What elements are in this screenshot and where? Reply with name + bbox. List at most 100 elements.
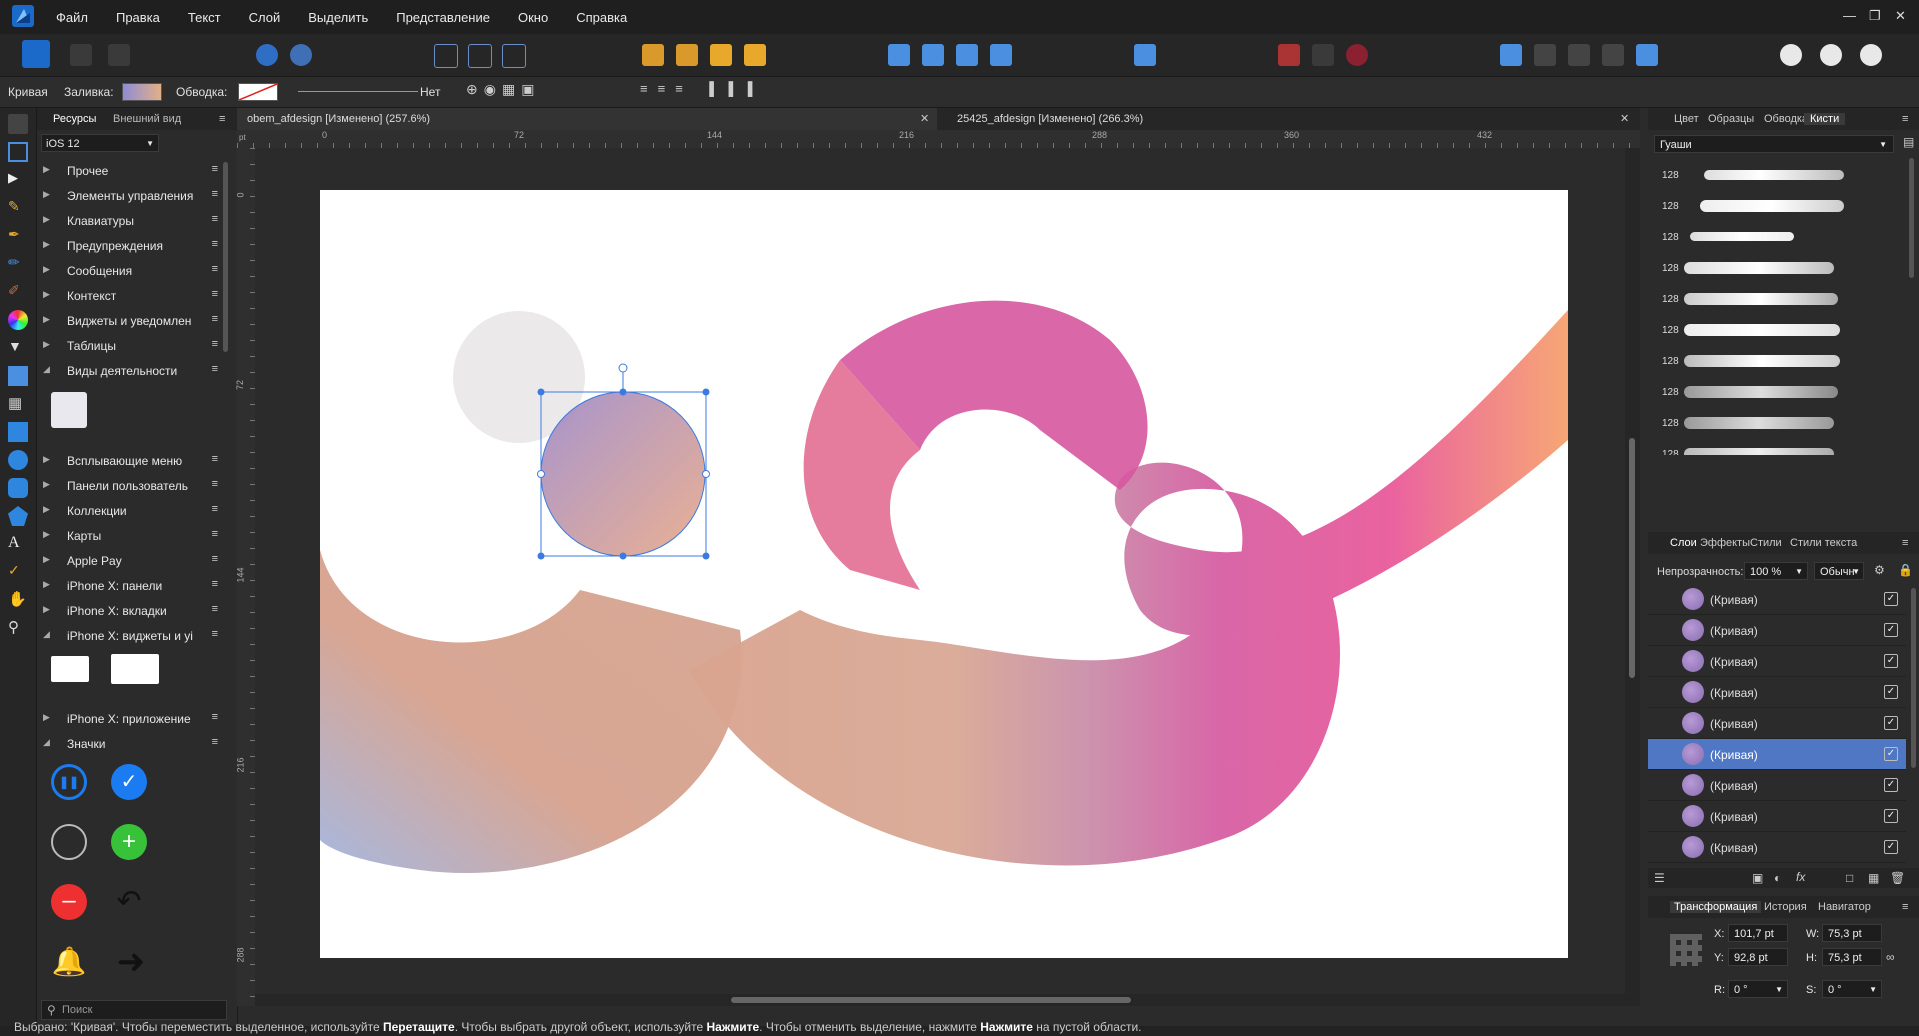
- tab-effects[interactable]: Эффекты: [1700, 537, 1750, 549]
- layer-row[interactable]: (Кривая) ✓: [1648, 584, 1906, 615]
- group-menu-icon[interactable]: ≡: [212, 338, 218, 350]
- layer-visibility-checkbox[interactable]: ✓: [1884, 840, 1898, 854]
- layer-row[interactable]: (Кривая) ✓: [1648, 646, 1906, 677]
- asset-group-row[interactable]: ▶ Коллекции ≡: [37, 498, 222, 522]
- tab-appearance[interactable]: Внешний вид: [113, 113, 181, 125]
- grid-icon[interactable]: [1278, 44, 1300, 66]
- group-menu-icon[interactable]: ≡: [212, 453, 218, 465]
- layer-row[interactable]: (Кривая) ✓: [1648, 832, 1906, 863]
- view-mode-2-icon[interactable]: [1820, 44, 1842, 66]
- layer-visibility-checkbox[interactable]: ✓: [1884, 685, 1898, 699]
- layer-visibility-checkbox[interactable]: ✓: [1884, 716, 1898, 730]
- opacity-select[interactable]: 100 % ▼: [1744, 562, 1808, 580]
- blend-mode-select[interactable]: Обычн ▼: [1814, 562, 1864, 580]
- group-menu-icon[interactable]: ≡: [212, 603, 218, 615]
- shear-field[interactable]: 0 ° ▼: [1822, 980, 1882, 998]
- menu-text[interactable]: Текст: [188, 10, 221, 25]
- asset-thumbnail[interactable]: [51, 656, 89, 682]
- move-tool-icon[interactable]: [8, 114, 28, 134]
- resize-handle[interactable]: [702, 552, 710, 560]
- tab-color[interactable]: Цвет: [1674, 113, 1699, 125]
- x-field[interactable]: 101,7 pt: [1728, 924, 1788, 942]
- brush-tool-icon[interactable]: ✐: [8, 282, 28, 302]
- add-icon[interactable]: +: [111, 824, 147, 860]
- move-front-icon[interactable]: [744, 44, 766, 66]
- group-menu-icon[interactable]: ≡: [212, 213, 218, 225]
- group-menu-icon[interactable]: ≡: [212, 528, 218, 540]
- tube-left-shape[interactable]: [320, 550, 742, 873]
- rotate-right-icon[interactable]: [990, 44, 1012, 66]
- checkmark-icon[interactable]: ✓: [111, 764, 147, 800]
- rotation-field[interactable]: 0 ° ▼: [1728, 980, 1788, 998]
- panel-menu-icon[interactable]: ≡: [1902, 901, 1908, 913]
- fill-swatch[interactable]: [122, 83, 162, 101]
- layers-scrollbar[interactable]: [1911, 588, 1916, 768]
- group-menu-icon[interactable]: ≡: [212, 478, 218, 490]
- empty-circle-icon[interactable]: [51, 824, 87, 860]
- h-field[interactable]: 75,3 pt: [1822, 948, 1882, 966]
- asset-group-row[interactable]: ▶ iPhone X: вкладки ≡: [37, 598, 222, 622]
- menu-view[interactable]: Представление: [396, 10, 490, 25]
- close-tab-icon[interactable]: ✕: [1620, 112, 1629, 125]
- asset-group-row[interactable]: ▶ Сообщения ≡: [37, 258, 222, 282]
- pen-tool-icon[interactable]: ✒: [8, 226, 28, 246]
- menu-edit[interactable]: Правка: [116, 10, 160, 25]
- tab-transform[interactable]: Трансформация: [1670, 901, 1762, 913]
- snapping-options-icon[interactable]: [1312, 44, 1334, 66]
- insert-behind-icon[interactable]: [468, 44, 492, 68]
- pause-icon[interactable]: ❚❚: [51, 764, 87, 800]
- resize-handle[interactable]: [537, 470, 545, 478]
- trash-icon[interactable]: 🗑: [1890, 871, 1905, 885]
- asset-group-row[interactable]: ▶ Панели пользователь ≡: [37, 473, 222, 497]
- pencil-tool-icon[interactable]: ✏: [8, 254, 28, 274]
- asset-group-row[interactable]: ▶ iPhone X: панели ≡: [37, 573, 222, 597]
- rectangle-tool-icon[interactable]: [8, 422, 28, 442]
- asset-search[interactable]: ⚲ Поиск: [41, 1000, 227, 1020]
- insert-inside-icon[interactable]: [434, 44, 458, 68]
- menu-file[interactable]: Файл: [56, 10, 88, 25]
- asset-group-row[interactable]: ▶ Контекст ≡: [37, 283, 222, 307]
- panel-menu-icon[interactable]: ≡: [1902, 113, 1908, 125]
- group-menu-icon[interactable]: ≡: [212, 238, 218, 250]
- align-icon[interactable]: [1134, 44, 1156, 66]
- list-view-icon[interactable]: ▤: [1903, 135, 1914, 149]
- rounded-rect-tool-icon[interactable]: [8, 478, 28, 498]
- transparency-tool-icon[interactable]: ▼: [8, 338, 28, 358]
- polygon-tool-icon[interactable]: [8, 506, 28, 526]
- pixel-persona-icon[interactable]: [70, 44, 92, 66]
- tab-assets[interactable]: Ресурсы: [53, 113, 96, 125]
- boolean-divide-icon[interactable]: [1636, 44, 1658, 66]
- asset-group-row[interactable]: ▶ Элементы управления ≡: [37, 183, 222, 207]
- layer-row[interactable]: (Кривая) ✓: [1648, 708, 1906, 739]
- publish-icon[interactable]: [256, 44, 278, 66]
- add-layer-icon[interactable]: □: [1846, 871, 1853, 885]
- close-tab-icon[interactable]: ✕: [920, 112, 929, 125]
- target-icon[interactable]: ⊕: [466, 81, 478, 101]
- export-persona-icon[interactable]: [108, 44, 130, 66]
- tab-brushes[interactable]: Кисти: [1804, 113, 1846, 125]
- flip-vertical-icon[interactable]: [922, 44, 944, 66]
- ellipse-tool-icon[interactable]: [8, 450, 28, 470]
- align-right-icon[interactable]: ≡: [675, 81, 683, 101]
- panel-menu-icon[interactable]: ≡: [1902, 537, 1908, 549]
- menu-window[interactable]: Окно: [518, 10, 548, 25]
- tab-text-styles[interactable]: Стили текста: [1790, 537, 1857, 549]
- group-menu-icon[interactable]: ≡: [212, 288, 218, 300]
- layers-stack-icon[interactable]: ☰: [1654, 871, 1665, 885]
- node-tool-icon[interactable]: ▶: [8, 170, 28, 190]
- resize-handle[interactable]: [537, 552, 545, 560]
- y-field[interactable]: 92,8 pt: [1728, 948, 1788, 966]
- asset-thumbnail[interactable]: [111, 654, 159, 684]
- group-menu-icon[interactable]: ≡: [212, 503, 218, 515]
- layer-visibility-checkbox[interactable]: ✓: [1884, 592, 1898, 606]
- color-picker-tool-icon[interactable]: ✓: [8, 562, 28, 582]
- group-menu-icon[interactable]: ≡: [212, 736, 218, 748]
- layer-visibility-checkbox[interactable]: ✓: [1884, 809, 1898, 823]
- align-middle-icon[interactable]: ▐: [724, 81, 733, 101]
- anchor-selector[interactable]: [1670, 934, 1702, 966]
- view-mode-icon[interactable]: [1780, 44, 1802, 66]
- tab-history[interactable]: История: [1764, 901, 1807, 913]
- brush-item[interactable]: 128: [1654, 437, 1904, 455]
- align-left-icon[interactable]: ≡: [640, 81, 648, 101]
- resize-handle[interactable]: [702, 388, 710, 396]
